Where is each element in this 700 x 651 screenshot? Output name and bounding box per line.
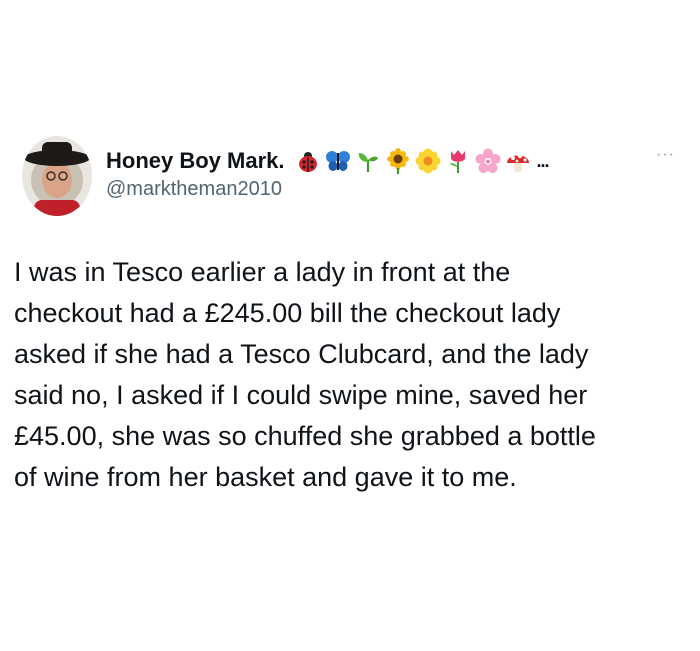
tweet-card: Honey Boy Mark. ... @marktheman2010 ··· …	[0, 0, 700, 651]
butterfly-icon	[325, 148, 351, 174]
ladybug-icon	[295, 148, 321, 174]
tweet-text-line: of wine from her basket and gave it to m…	[14, 462, 517, 492]
handle[interactable]: @marktheman2010	[106, 178, 282, 201]
tweet-header: Honey Boy Mark. ... @marktheman2010 ···	[18, 136, 688, 220]
tweet-text-line: £45.00, she was so chuffed she grabbed a…	[14, 421, 596, 451]
cherry-blossom-icon	[475, 148, 501, 174]
tweet-text-line: asked if she had a Tesco Clubcard, and t…	[14, 339, 589, 369]
blossom-icon	[415, 148, 441, 174]
more-options-icon[interactable]: ···	[656, 146, 675, 164]
sunflower-icon	[385, 148, 411, 174]
mushroom-icon	[505, 148, 531, 174]
name-truncation: ...	[536, 150, 550, 171]
display-name[interactable]: Honey Boy Mark.	[106, 148, 285, 174]
name-row: Honey Boy Mark. ...	[106, 146, 550, 176]
seedling-icon	[355, 148, 381, 174]
avatar[interactable]	[22, 136, 92, 216]
tulip-icon	[445, 148, 471, 174]
tweet-text-line: said no, I asked if I could swipe mine, …	[14, 380, 588, 410]
tweet-text-line: checkout had a £245.00 bill the checkout…	[14, 298, 561, 328]
name-emoji-strip: ...	[295, 148, 550, 174]
tweet-text: I was in Tesco earlier a lady in front a…	[14, 252, 674, 498]
tweet-text-line: I was in Tesco earlier a lady in front a…	[14, 257, 511, 287]
